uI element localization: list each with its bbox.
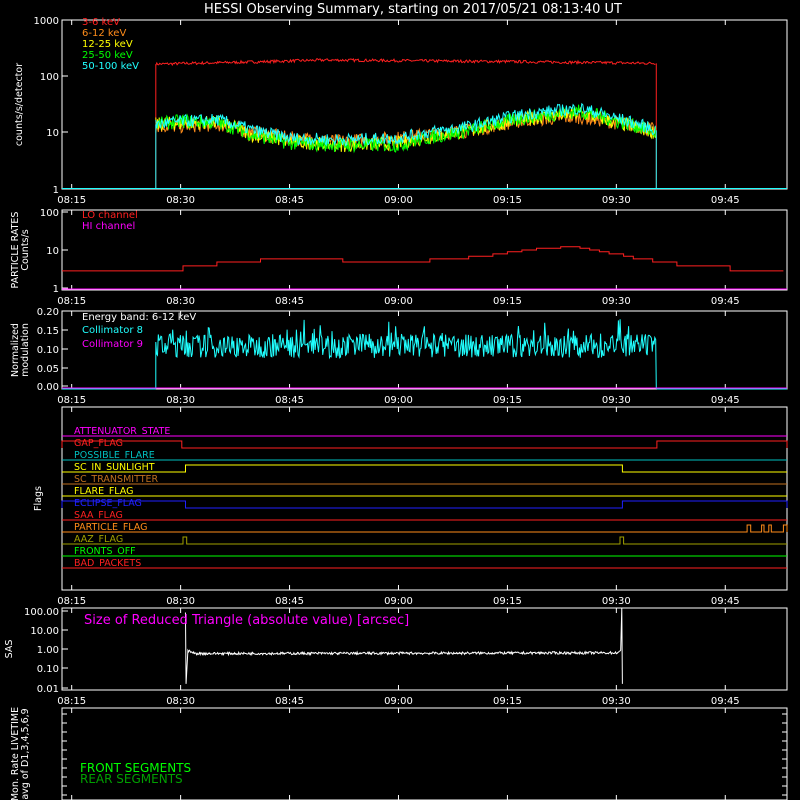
x-tick-label: 08:15 — [57, 596, 86, 607]
y-tick-label: 0.00 — [37, 382, 59, 393]
flag-label: ECLIPSE_FLAG — [74, 498, 142, 509]
legend-entry: 6-12 keV — [82, 28, 126, 39]
x-tick-label: 08:30 — [166, 195, 195, 206]
x-tick-label: 09:45 — [711, 696, 740, 707]
y-tick-label: 1000 — [34, 16, 59, 27]
legend-entry: REAR SEGMENTS — [80, 772, 183, 786]
flag-label: FRONTS_OFF — [74, 546, 136, 557]
y-axis-label: Flags — [33, 486, 44, 511]
x-tick-label: 08:30 — [166, 395, 195, 406]
x-tick-label: 08:15 — [57, 296, 86, 307]
x-tick-label: 08:45 — [275, 596, 304, 607]
legend-entry: LO channel — [82, 210, 138, 221]
x-tick-label: 09:30 — [602, 395, 631, 406]
legend-entry: 50-100 keV — [82, 61, 139, 72]
y-tick-label: 10 — [46, 128, 59, 139]
x-tick-label: 09:00 — [384, 696, 413, 707]
y-tick-label: 100 — [40, 72, 59, 83]
x-tick-label: 09:15 — [493, 696, 522, 707]
y-axis-label: SAS — [4, 640, 15, 659]
y-tick-label: 0.01 — [37, 684, 59, 695]
legend-entry: Collimator 8 — [82, 325, 143, 336]
x-tick-label: 08:30 — [166, 296, 195, 307]
legend-entry: Collimator 9 — [82, 339, 143, 350]
x-tick-label: 09:45 — [711, 195, 740, 206]
x-tick-label: 08:45 — [275, 395, 304, 406]
flag-label: GAP_FLAG — [74, 438, 123, 449]
y-axis-label: Counts/s — [20, 229, 31, 270]
flag-label: ATTENUATOR_STATE — [74, 426, 170, 437]
x-tick-label: 08:15 — [57, 696, 86, 707]
x-tick-label: 09:45 — [711, 395, 740, 406]
x-tick-label: 08:30 — [166, 596, 195, 607]
y-tick-label: 1.00 — [37, 645, 59, 656]
y-axis-label: modulation — [20, 323, 31, 377]
x-tick-label: 09:45 — [711, 296, 740, 307]
x-tick-label: 08:45 — [275, 195, 304, 206]
flag-label: SAA_FLAG — [74, 510, 123, 521]
x-tick-label: 09:30 — [602, 296, 631, 307]
y-tick-label: 10 — [46, 246, 59, 257]
x-tick-label: 09:15 — [493, 395, 522, 406]
x-tick-label: 09:45 — [711, 596, 740, 607]
flag-label: FLARE_FLAG — [74, 486, 134, 497]
energy-band-annotation: Energy band: 6-12 keV — [82, 312, 196, 323]
x-tick-label: 08:30 — [166, 696, 195, 707]
x-tick-label: 09:30 — [602, 596, 631, 607]
x-tick-label: 08:15 — [57, 195, 86, 206]
y-tick-label: 1 — [53, 185, 59, 196]
legend-entry: 3-6 keV — [82, 17, 120, 28]
sas-annotation: Size of Reduced Triangle (absolute value… — [84, 613, 409, 628]
x-tick-label: 08:45 — [275, 696, 304, 707]
flag-label: AAZ_FLAG — [74, 534, 123, 545]
x-tick-label: 09:15 — [493, 296, 522, 307]
y-tick-label: 1 — [53, 284, 59, 295]
y-tick-label: 0.15 — [37, 326, 59, 337]
x-tick-label: 09:00 — [384, 395, 413, 406]
y-axis-label: counts/s/detector — [14, 63, 25, 146]
flag-label: SC_IN_SUNLIGHT — [74, 462, 155, 473]
page-title: HESSI Observing Summary, starting on 201… — [204, 2, 622, 17]
flag-label: PARTICLE_FLAG — [74, 522, 147, 533]
x-tick-label: 09:30 — [602, 696, 631, 707]
flag-label: SC_TRANSMITTER — [74, 474, 159, 485]
x-tick-label: 08:45 — [275, 296, 304, 307]
y-tick-label: 0.20 — [37, 307, 59, 318]
y-axis-label: avg of D1,3,4,5,6,9 — [20, 708, 31, 799]
legend-entry: HI channel — [82, 221, 135, 232]
y-tick-label: 100 — [40, 208, 59, 219]
hessi-observing-summary: HESSI Observing Summary, starting on 201… — [0, 0, 800, 800]
x-tick-label: 09:00 — [384, 596, 413, 607]
x-tick-label: 09:00 — [384, 195, 413, 206]
x-tick-label: 09:15 — [493, 596, 522, 607]
legend-entry: 12-25 keV — [82, 39, 133, 50]
x-tick-label: 08:15 — [57, 395, 86, 406]
y-tick-label: 0.05 — [37, 364, 59, 375]
y-tick-label: 0.10 — [37, 664, 59, 675]
x-tick-label: 09:30 — [602, 195, 631, 206]
y-tick-label: 0.10 — [37, 345, 59, 356]
legend-entry: 25-50 keV — [82, 50, 133, 61]
y-tick-label: 10.00 — [30, 626, 59, 637]
x-tick-label: 09:00 — [384, 296, 413, 307]
flag-label: BAD_PACKETS — [74, 558, 141, 569]
x-tick-label: 09:15 — [493, 195, 522, 206]
y-tick-label: 100.00 — [24, 607, 59, 618]
flag-label: POSSIBLE_FLARE — [74, 450, 155, 461]
